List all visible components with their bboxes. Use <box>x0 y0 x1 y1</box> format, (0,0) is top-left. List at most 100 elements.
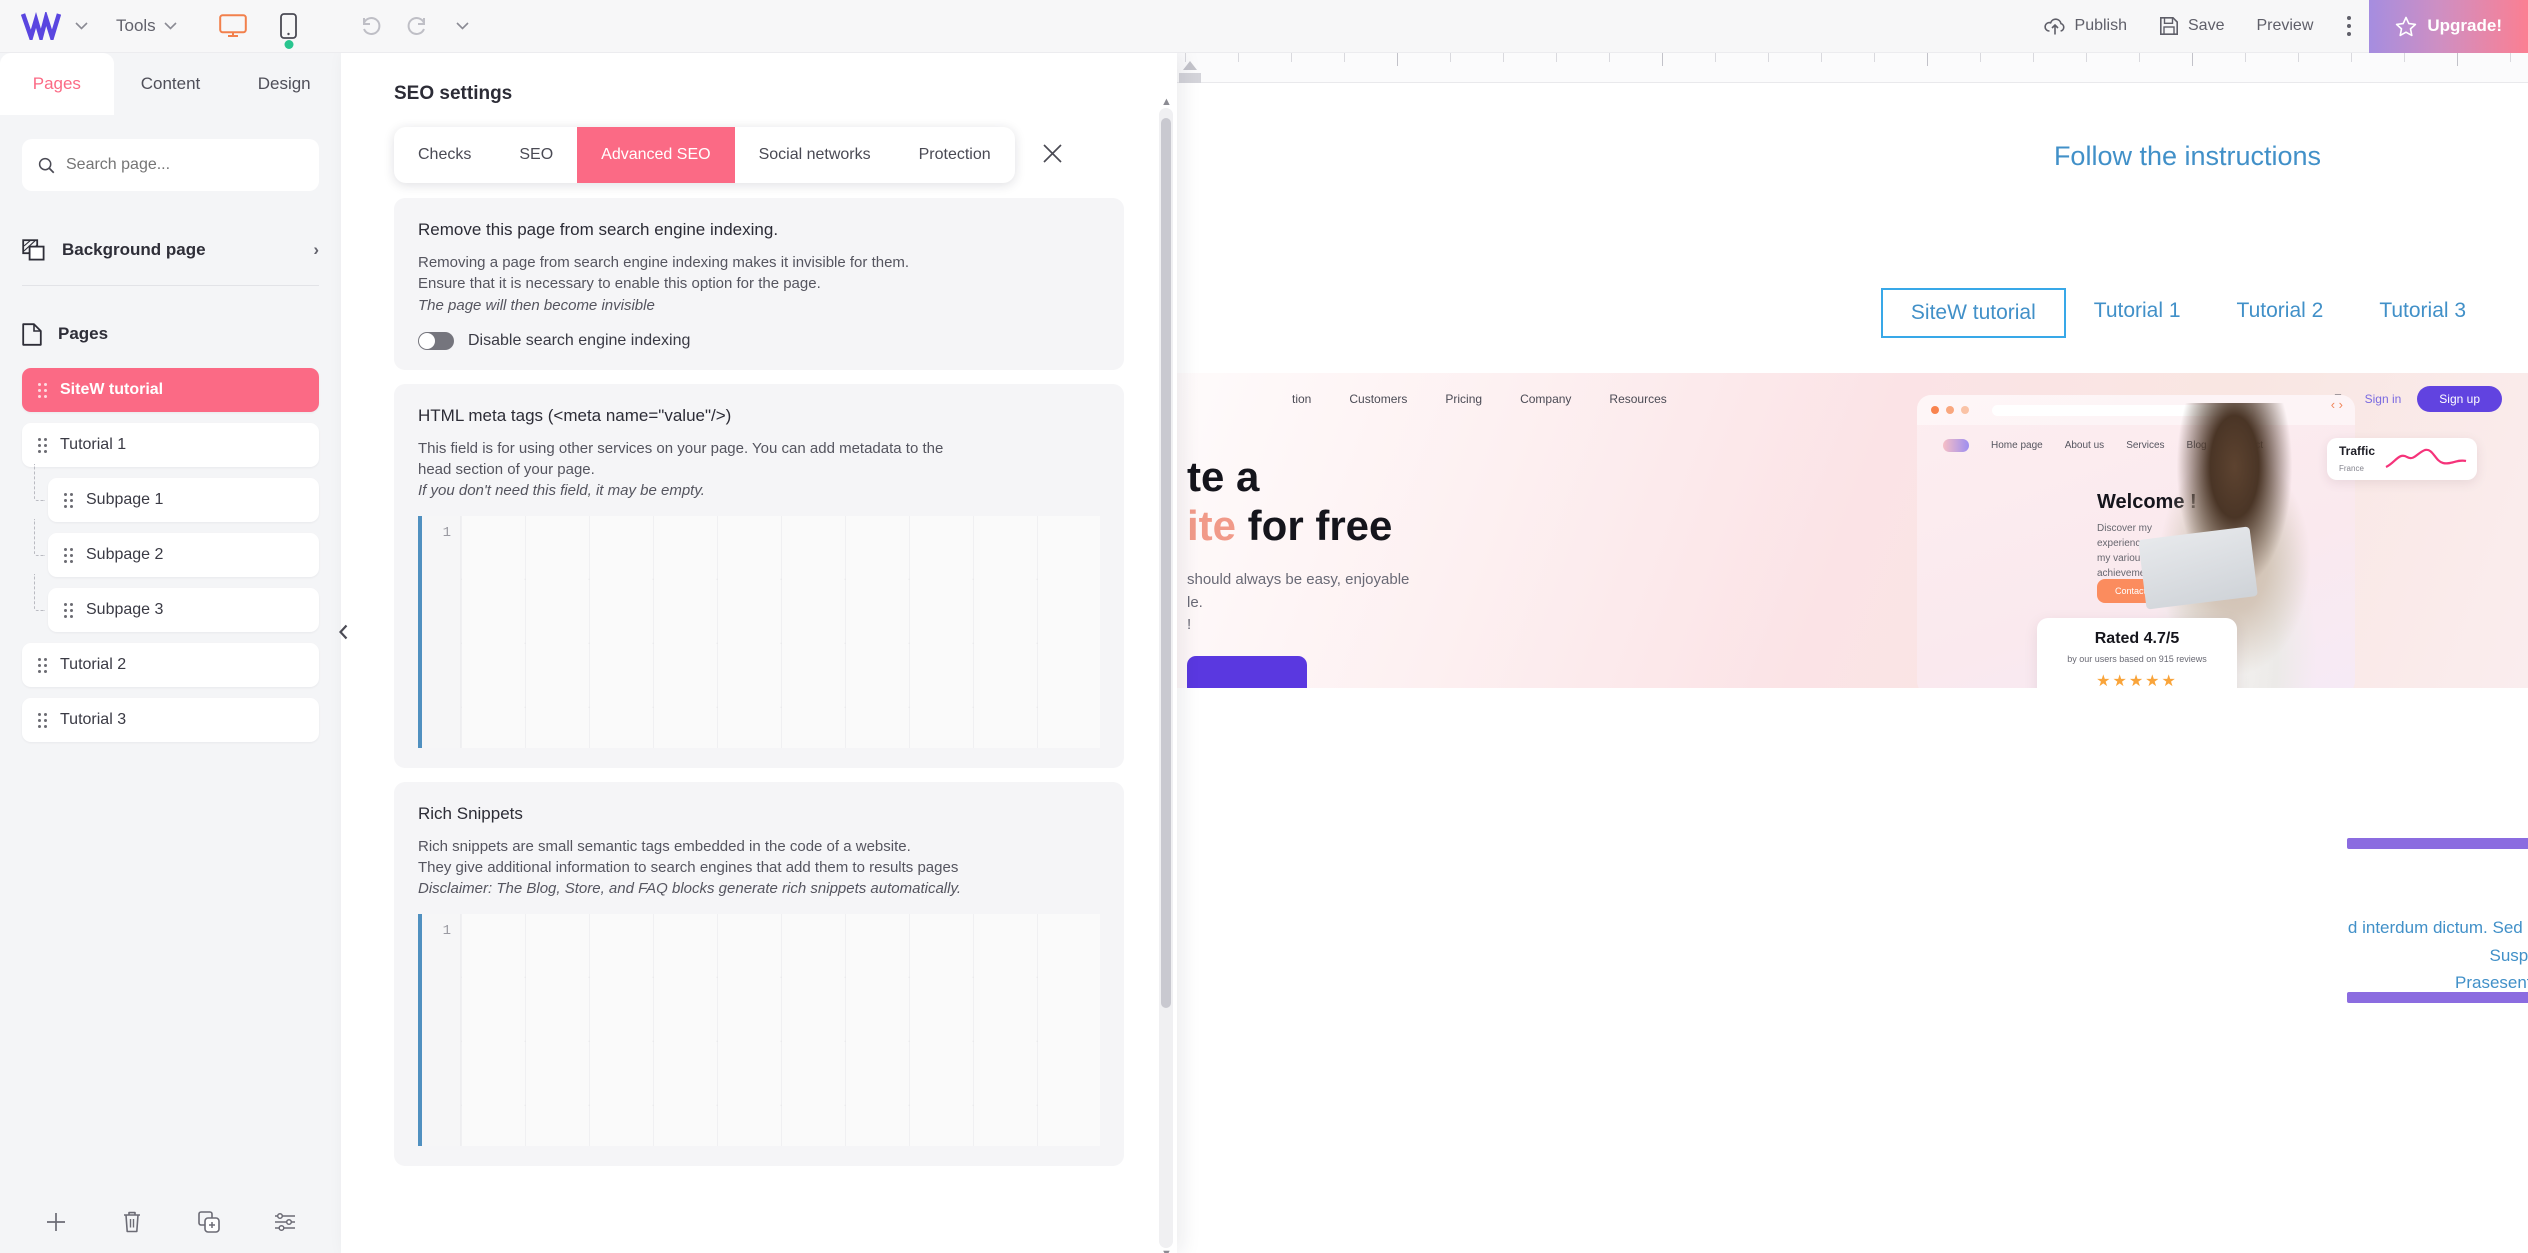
publish-label: Publish <box>2074 17 2127 34</box>
block-top-resize-bar[interactable] <box>2347 838 2528 849</box>
drag-handle-icon[interactable] <box>38 437 47 453</box>
scroll-down-arrow-icon[interactable]: ▼ <box>1161 1248 1172 1253</box>
ruler-handle-icon[interactable] <box>1183 61 1197 70</box>
close-icon[interactable] <box>1041 142 1064 169</box>
card-italic-note: The page will then become invisible <box>418 296 655 314</box>
tools-menu-button[interactable]: Tools <box>116 16 177 36</box>
tab-content-label: Content <box>140 74 201 93</box>
traffic-sparkline-icon <box>2385 448 2467 474</box>
hero-image-block[interactable]: tion Customers Pricing Company Resources… <box>1177 373 2528 688</box>
save-button[interactable]: Preview Save <box>2143 16 2240 36</box>
mobile-status-dot-icon <box>284 40 294 49</box>
card-line-1: Rich snippets are small semantic tags em… <box>418 837 911 855</box>
tab-design[interactable]: Design <box>227 53 341 115</box>
card-heading: Rich Snippets <box>418 803 523 823</box>
page-item-subpage-3[interactable]: Subpage 3 <box>34 574 319 632</box>
code-line-number: 1 <box>422 913 460 1146</box>
seo-tab-protection[interactable]: Protection <box>895 127 1015 183</box>
search-page-box[interactable] <box>22 139 319 191</box>
sidebar-collapse-button[interactable] <box>335 610 351 654</box>
lorem-heading: Lorem ipsum... <box>2347 866 2528 897</box>
desktop-view-button[interactable] <box>215 8 251 44</box>
page-item-subpage-2[interactable]: Subpage 2 <box>34 519 319 577</box>
drag-handle-icon[interactable] <box>38 382 47 398</box>
add-page-button[interactable] <box>37 1203 75 1241</box>
card-line-2: head section of your page. <box>418 461 595 479</box>
tab-pages[interactable]: Pages <box>0 53 114 115</box>
page-item-sitew-tutorial[interactable]: SiteW tutorial <box>22 368 319 412</box>
top-toolbar: Tools Publish Save Preview Upgrade! <box>0 0 2528 53</box>
page-item-tutorial-1[interactable]: Tutorial 1 <box>22 423 319 467</box>
disable-indexing-toggle[interactable] <box>418 331 454 350</box>
tab-content[interactable]: Content <box>114 53 228 115</box>
seo-tab-advanced-seo[interactable]: Advanced SEO <box>577 127 735 183</box>
page-item-subpage-1[interactable]: Subpage 1 <box>34 464 319 522</box>
drag-handle-icon[interactable] <box>64 492 73 508</box>
scrollbar-thumb[interactable] <box>1161 118 1171 1008</box>
canvas-tab-tutorial-2[interactable]: Tutorial 2 <box>2209 288 2352 338</box>
code-input-area[interactable] <box>460 913 1100 1146</box>
hero-headline: te a ite for free <box>1187 453 1392 550</box>
canvas-tab-tutorial-1[interactable]: Tutorial 1 <box>2066 288 2209 338</box>
rich-snippets-code-editor[interactable]: 1 <box>418 913 1100 1146</box>
disable-indexing-row[interactable]: Disable search engine indexing <box>418 331 1100 350</box>
page-item-label: Tutorial 3 <box>60 711 127 728</box>
kebab-dot-icon <box>2347 32 2352 36</box>
drag-handle-icon[interactable] <box>38 657 47 673</box>
hero-laptop-prop <box>2138 526 2258 610</box>
html-meta-code-editor[interactable]: 1 <box>418 515 1100 748</box>
save-floppy-icon <box>2160 17 2178 35</box>
upgrade-button[interactable]: Upgrade! <box>2369 0 2528 53</box>
drag-handle-icon[interactable] <box>38 712 47 728</box>
drag-handle-icon[interactable] <box>64 547 73 563</box>
seo-tabs: Checks SEO Advanced SEO Social networks … <box>394 127 1015 183</box>
seo-tab-label: Protection <box>918 146 991 164</box>
selected-text-block[interactable]: Lorem ipsum... d interdum dictum. Sed or… <box>2347 838 2528 1003</box>
card-remove-indexing: Remove this page from search engine inde… <box>394 198 1124 370</box>
left-sidebar: Pages Content Design Background page <box>0 53 341 1253</box>
hero-signup-button: Sign up <box>2417 386 2502 412</box>
search-input[interactable] <box>66 156 303 174</box>
page-settings-button[interactable] <box>266 1203 304 1241</box>
horizontal-ruler[interactable]: 0 <box>1177 53 2528 85</box>
more-options-button[interactable] <box>2329 16 2369 36</box>
scroll-up-arrow-icon[interactable]: ▲ <box>1161 96 1172 108</box>
hero-headline-line2: for free <box>1236 501 1393 549</box>
delete-page-button[interactable] <box>113 1203 151 1241</box>
seo-panel-scrollbar[interactable]: ▲ ▼ <box>1159 96 1173 1253</box>
seo-tab-seo[interactable]: SEO <box>495 127 577 183</box>
sidebar-body: Background page › Pages SiteW tutorial T… <box>0 139 341 1253</box>
card-heading: Remove this page from search engine inde… <box>418 220 779 239</box>
code-input-area[interactable] <box>460 515 1100 748</box>
canvas-tab-row: SiteW tutorial Tutorial 1 Tutorial 2 Tut… <box>1177 288 2528 338</box>
publish-button[interactable]: Publish <box>2028 16 2143 36</box>
seo-tab-social-networks[interactable]: Social networks <box>735 127 895 183</box>
canvas-tab-label: SiteW tutorial <box>1910 301 2036 324</box>
topbar-actions: Publish Preview Save Preview Upgrade! <box>2028 0 2528 53</box>
rating-card: Rated 4.7/5 by our users based on 915 re… <box>2037 618 2237 688</box>
sitew-logo-icon[interactable] <box>18 10 64 42</box>
history-dropdown-caret-icon[interactable] <box>447 10 479 42</box>
canvas-tab-tutorial-3[interactable]: Tutorial 3 <box>2351 288 2494 338</box>
preview-button[interactable]: Preview <box>2240 17 2329 35</box>
page-item-tutorial-2[interactable]: Tutorial 2 <box>22 643 319 687</box>
hero-headline-line1: te a <box>1187 453 1260 500</box>
brand-dropdown-caret-icon[interactable] <box>68 13 94 39</box>
redo-button[interactable] <box>401 10 433 42</box>
page-item-tutorial-3[interactable]: Tutorial 3 <box>22 698 319 742</box>
undo-button[interactable] <box>355 10 387 42</box>
tab-pages-label: Pages <box>32 74 81 93</box>
drag-handle-icon[interactable] <box>64 602 73 618</box>
canvas-tab-sitew-tutorial[interactable]: SiteW tutorial <box>1880 288 2066 338</box>
mobile-view-button[interactable] <box>271 8 307 49</box>
background-page-row[interactable]: Background page › <box>22 227 319 273</box>
page-list: SiteW tutorial Tutorial 1 Subpage 1 Subp… <box>22 368 319 742</box>
seo-panel-scroll-area: Remove this page from search engine inde… <box>341 198 1177 1253</box>
card-rich-snippets: Rich Snippets Rich snippets are small se… <box>394 781 1124 1166</box>
page-title[interactable]: Follow the instructions <box>1177 141 2528 172</box>
save-label: Save <box>2188 17 2225 34</box>
star-icon <box>2396 16 2417 36</box>
hero-nav-item: Company <box>1520 392 1572 406</box>
seo-tab-checks[interactable]: Checks <box>394 127 495 183</box>
duplicate-page-button[interactable] <box>190 1203 228 1241</box>
